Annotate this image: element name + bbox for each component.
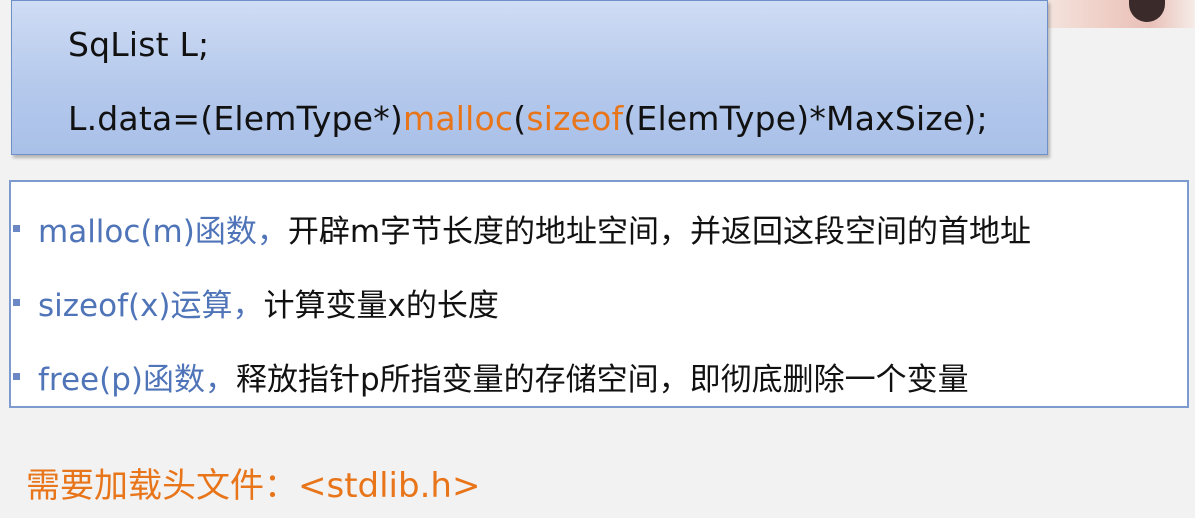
code-suffix: (ElemType)*MaxSize); [623, 99, 988, 138]
code-prefix: L.data=(ElemType*) [68, 99, 403, 138]
note-item-free: free(p)函数， 释放指针p所指变量的存储空间，即彻底删除一个变量 [11, 354, 969, 399]
webcam-thumbnail [1045, 0, 1195, 28]
code-keyword-malloc: malloc [402, 99, 514, 138]
note-item-sizeof: sizeof(x)运算， 计算变量x的长度 [11, 280, 499, 325]
presenter-hair-shape [1129, 0, 1165, 22]
code-keyword-sizeof: sizeof [526, 99, 624, 138]
code-line-2: L.data=(ElemType*)malloc(sizeof(ElemType… [68, 99, 988, 138]
note-desc: 开辟m字节长度的地址空间，并返回这段空间的首地址 [287, 214, 1032, 250]
note-term: sizeof(x)运算， [38, 288, 264, 324]
code-line-1: SqList L; [68, 25, 210, 64]
bullet-square-icon [13, 299, 20, 306]
note-item-malloc: malloc(m)函数， 开辟m字节长度的地址空间，并返回这段空间的首地址 [11, 206, 1031, 251]
notes-box: malloc(m)函数， 开辟m字节长度的地址空间，并返回这段空间的首地址 si… [9, 180, 1189, 408]
header-file-note: 需要加载头文件：<stdlib.h> [26, 466, 481, 506]
note-term: malloc(m)函数， [38, 214, 288, 250]
code-paren: ( [513, 99, 527, 138]
note-desc: 计算变量x的长度 [263, 288, 499, 324]
note-term: free(p)函数， [38, 362, 236, 398]
note-desc: 释放指针p所指变量的存储空间，即彻底删除一个变量 [236, 362, 969, 398]
code-box: SqList L; L.data=(ElemType*)malloc(sizeo… [11, 0, 1048, 155]
slide: SqList L; L.data=(ElemType*)malloc(sizeo… [0, 0, 1195, 518]
bullet-square-icon [13, 225, 20, 232]
bullet-square-icon [13, 373, 20, 380]
